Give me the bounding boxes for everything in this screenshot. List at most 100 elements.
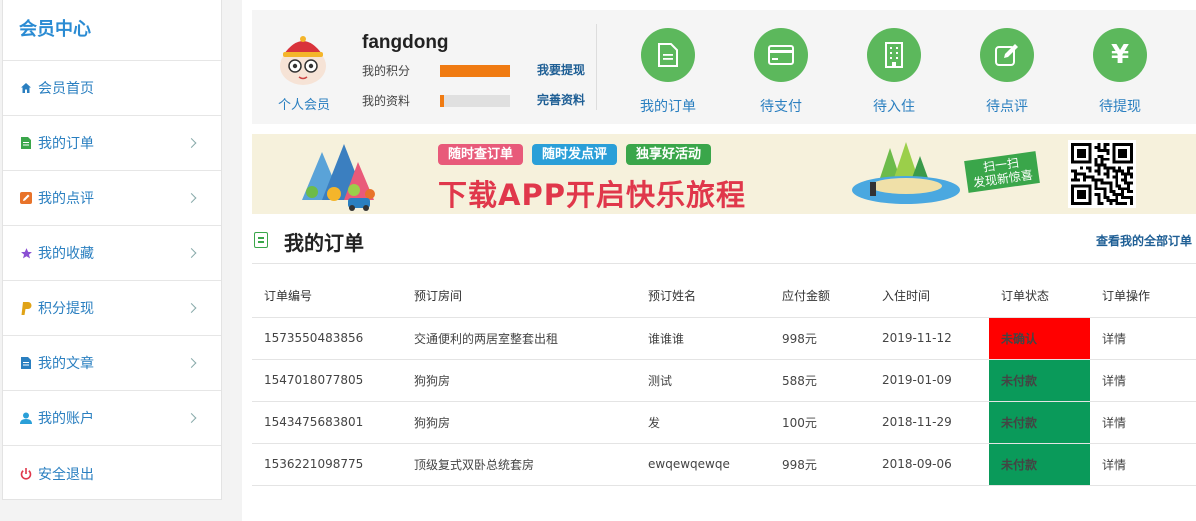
order-name: 发: [636, 401, 770, 444]
quick-action-label: 待入住: [873, 99, 915, 115]
order-detail-link[interactable]: 详情: [1090, 317, 1196, 360]
quick-action-pending-withdraw[interactable]: ¥ 待提现: [1065, 28, 1175, 116]
quick-action-pending-checkin[interactable]: 待入住: [839, 28, 949, 116]
scan-promo: 扫一扫 发现新惊喜: [964, 151, 1040, 193]
sidebar-item-favorites[interactable]: 我的收藏: [3, 226, 221, 281]
banner-tag: 随时查订单: [438, 144, 524, 165]
sidebar-item-reviews[interactable]: 我的点评: [3, 171, 221, 226]
quick-action-label: 我的订单: [640, 99, 696, 115]
order-name: 谁谁谁: [636, 317, 770, 360]
points-progress-fill: [440, 65, 510, 77]
order-room: 顶级复式双卧总统套房: [402, 443, 636, 486]
withdraw-link[interactable]: 我要提现: [537, 61, 585, 78]
order-amount: 588元: [770, 359, 870, 402]
table-header-row: 订单编号 预订房间 预订姓名 应付金额 入住时间 订单状态 订单操作: [252, 275, 1196, 318]
order-amount: 998元: [770, 443, 870, 486]
quick-action-label: 待点评: [986, 99, 1028, 115]
order-detail-link[interactable]: 详情: [1090, 401, 1196, 444]
home-icon: [19, 81, 33, 95]
island-illustration: [852, 142, 960, 204]
order-status: 未付款: [989, 401, 1090, 444]
order-amount: 100元: [770, 401, 870, 444]
column-header: 订单操作: [1090, 275, 1196, 318]
info-progress-fill: [440, 95, 445, 107]
column-header: 预订姓名: [636, 275, 770, 318]
banner-title: 下载APP开启快乐旅程: [438, 178, 746, 212]
order-detail-link[interactable]: 详情: [1090, 359, 1196, 402]
order-id: 1547018077805: [252, 359, 402, 402]
banner-tag: 随时发点评: [532, 144, 618, 165]
order-name: 测试: [636, 359, 770, 402]
banner-tag: 独享好活动: [626, 144, 712, 165]
sidebar-item-label: 我的文章: [38, 356, 94, 372]
quick-action-pending-payment[interactable]: 待支付: [726, 28, 836, 116]
profile-panel: 个人会员 fangdong 我的积分 我要提现 我的资料 完善资料 我的订单 待…: [252, 10, 1196, 124]
chevron-right-icon: [186, 413, 197, 423]
order-date: 2018-11-29: [870, 401, 989, 444]
order-room: 狗狗房: [402, 401, 636, 444]
complete-profile-link[interactable]: 完善资料: [537, 91, 585, 108]
column-header: 应付金额: [770, 275, 870, 318]
main-content: 个人会员 fangdong 我的积分 我要提现 我的资料 完善资料 我的订单 待…: [242, 0, 1196, 521]
order-date: 2019-11-12: [870, 317, 989, 360]
table-row: 1573550483856 交通便利的两居室整套出租 谁谁谁 998元 2019…: [252, 317, 1196, 360]
order-status: 未付款: [989, 359, 1090, 402]
sidebar-item-articles[interactable]: 我的文章: [3, 336, 221, 391]
edit-icon: [980, 28, 1034, 82]
orders-title: 我的订单: [284, 231, 364, 255]
document-icon: [254, 232, 268, 248]
points-progress-bar: [440, 65, 510, 77]
divider: [596, 24, 597, 110]
quick-action-orders[interactable]: 我的订单: [613, 28, 723, 116]
order-status: 未确认: [989, 317, 1090, 360]
chevron-right-icon: [186, 193, 197, 203]
chevron-right-icon: [186, 248, 197, 258]
order-status: 未付款: [989, 443, 1090, 486]
quick-action-label: 待支付: [760, 99, 802, 115]
sidebar-item-home[interactable]: 会员首页: [3, 61, 221, 116]
sidebar-item-withdraw[interactable]: 积分提现: [3, 281, 221, 336]
sidebar-item-label: 会员首页: [38, 81, 94, 97]
info-progress-bar: [440, 95, 510, 107]
app-download-banner[interactable]: 随时查订单 随时发点评 独享好活动 下载APP开启快乐旅程 扫一扫 发现新惊喜: [252, 134, 1196, 214]
order-room: 交通便利的两居室整套出租: [402, 317, 636, 360]
order-amount: 998元: [770, 317, 870, 360]
sidebar-item-label: 我的收藏: [38, 246, 94, 262]
points-row: 我的积分: [362, 62, 510, 79]
sidebar-item-label: 我的点评: [38, 191, 94, 207]
chevron-right-icon: [186, 303, 197, 313]
order-detail-link[interactable]: 详情: [1090, 443, 1196, 486]
order-id: 1543475683801: [252, 401, 402, 444]
sidebar-item-orders[interactable]: 我的订单: [3, 116, 221, 171]
column-header: 入住时间: [870, 275, 989, 318]
points-label: 我的积分: [362, 64, 411, 78]
view-all-orders-link[interactable]: 查看我的全部订单: [1096, 232, 1192, 249]
yen-icon: ¥: [1093, 28, 1147, 82]
user-icon: [19, 411, 33, 425]
order-name: ewqewqewqe: [636, 443, 770, 486]
quick-action-label: 待提现: [1099, 99, 1141, 115]
document-icon: [19, 136, 33, 150]
file-icon: [19, 356, 33, 370]
sidebar-item-account[interactable]: 我的账户: [3, 391, 221, 446]
sidebar-item-logout[interactable]: 安全退出: [3, 446, 221, 501]
chevron-right-icon: [186, 138, 197, 148]
column-header: 订单状态: [989, 275, 1090, 318]
quick-action-pending-review[interactable]: 待点评: [952, 28, 1062, 116]
avatar[interactable]: [276, 32, 330, 86]
order-id: 1573550483856: [252, 317, 402, 360]
sidebar: 会员中心 会员首页 我的订单 我的点评 我的收藏 积分提现 我的文章 我的账户 …: [2, 0, 222, 500]
order-room: 狗狗房: [402, 359, 636, 402]
power-icon: [19, 467, 33, 481]
mountains-illustration: [302, 144, 375, 211]
sidebar-item-label: 我的账户: [38, 411, 94, 427]
member-role: 个人会员: [278, 98, 331, 113]
paypal-icon: [19, 301, 33, 315]
order-id: 1536221098775: [252, 443, 402, 486]
card-icon: [754, 28, 808, 82]
sidebar-item-label: 安全退出: [38, 466, 94, 483]
info-label: 我的资料: [362, 94, 411, 108]
table-row: 1536221098775 顶级复式双卧总统套房 ewqewqewqe 998元…: [252, 443, 1196, 486]
chevron-right-icon: [186, 358, 197, 368]
column-header: 订单编号: [252, 275, 402, 318]
